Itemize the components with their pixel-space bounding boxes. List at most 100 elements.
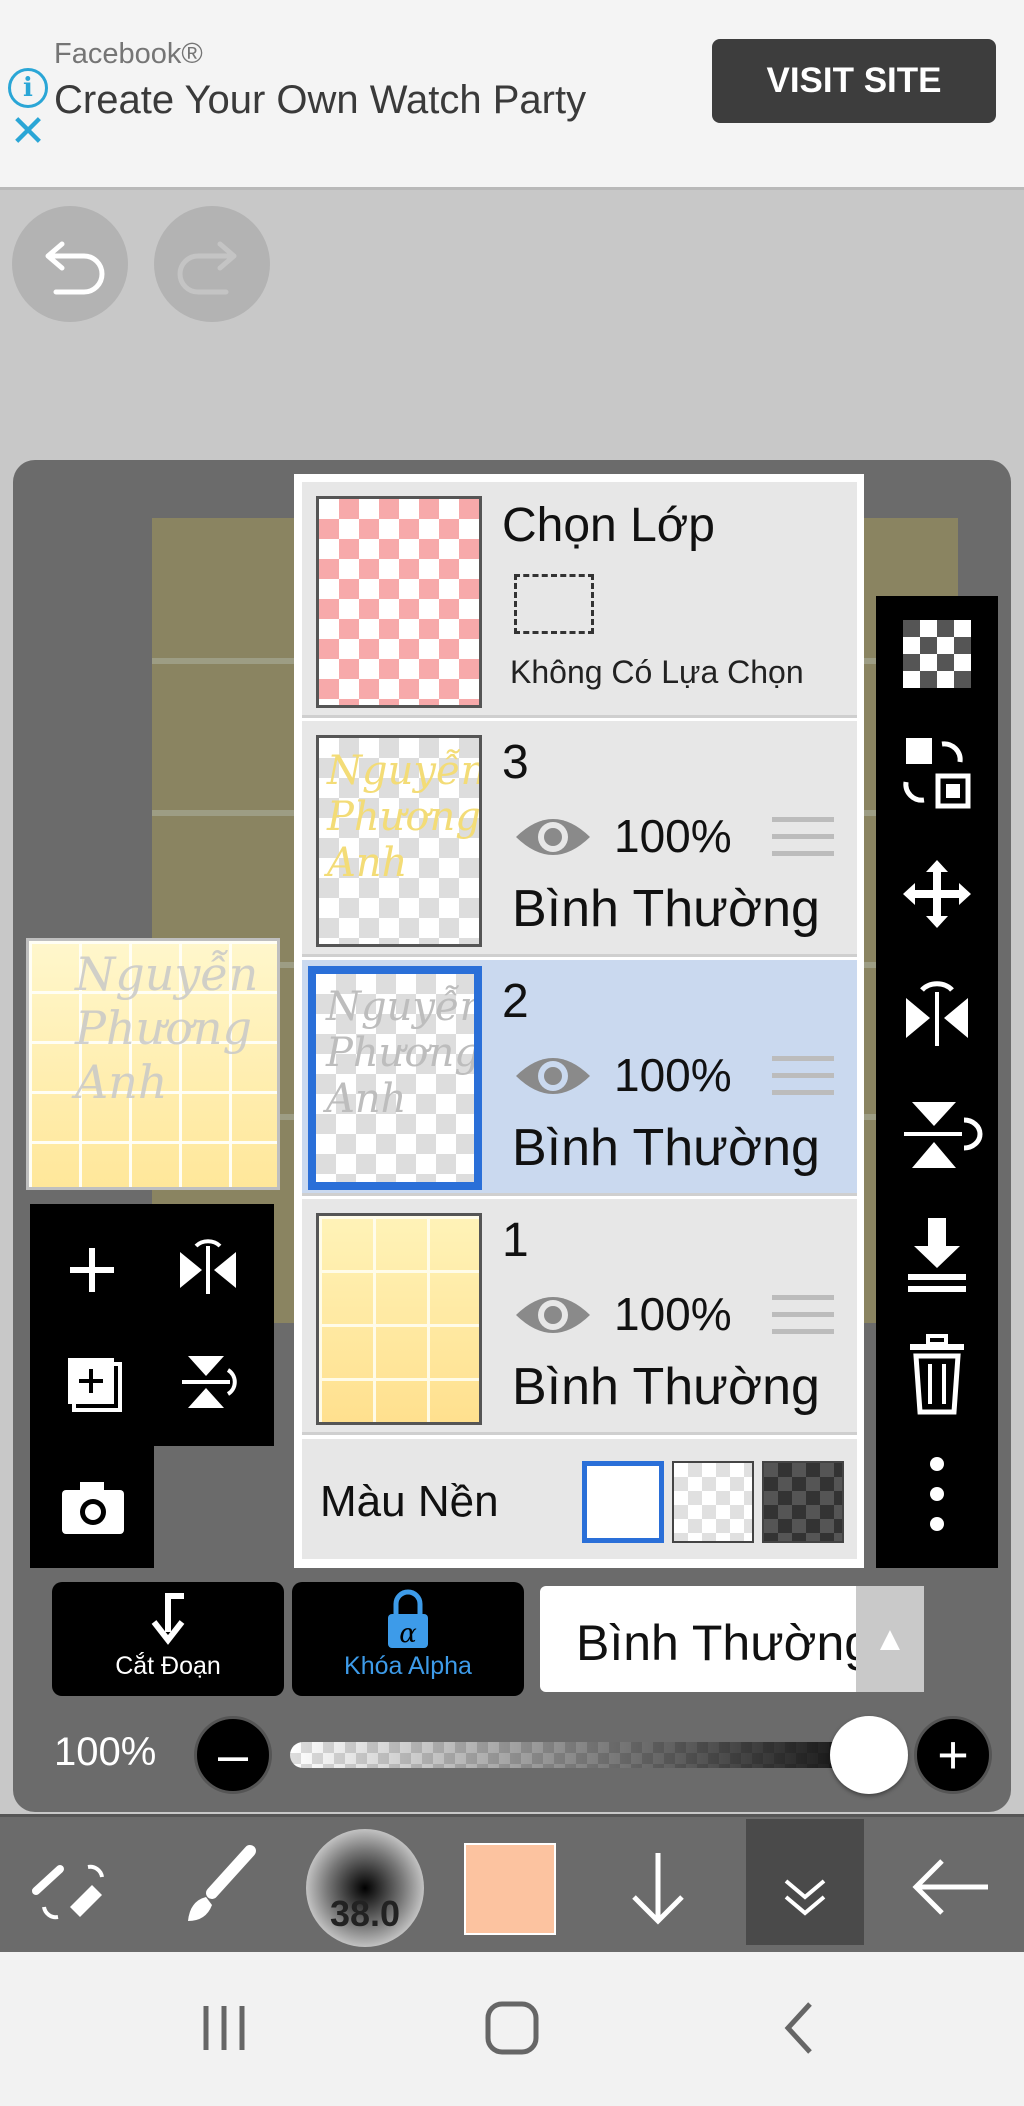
visibility-eye-icon[interactable] [512, 807, 594, 867]
opacity-slider-knob[interactable] [830, 1716, 908, 1794]
flip-horizontal-button[interactable] [158, 1220, 258, 1320]
brush-size-button[interactable]: 38.0 [306, 1829, 424, 1947]
layer-row-2[interactable]: Nguyễn Phương Anh 2 100% Bình Thường [302, 960, 857, 1196]
clip-arrow-icon [52, 1582, 284, 1652]
checker-icon [903, 620, 971, 688]
system-back-button[interactable] [740, 1972, 860, 2082]
recent-apps-icon [203, 2006, 245, 2050]
back-button[interactable] [888, 1817, 1016, 1955]
flip-vertical-icon [182, 1356, 237, 1408]
color-swatch[interactable] [464, 1843, 556, 1935]
visibility-eye-icon[interactable] [512, 1046, 594, 1106]
recent-apps-button[interactable] [164, 1972, 284, 2082]
double-chevron-down-icon [784, 1879, 826, 1916]
delete-layer-button[interactable] [876, 1322, 998, 1426]
selection-status: Không Có Lựa Chọn [510, 654, 804, 690]
more-options-button[interactable] [876, 1442, 998, 1546]
left-toolbox [30, 1204, 274, 1446]
brush-eraser-switch-icon [32, 1864, 104, 1920]
flip-vertical-icon [904, 1102, 983, 1168]
redo-button[interactable] [154, 206, 270, 322]
layer-2-thumbnail: Nguyễn Phương Anh [308, 966, 482, 1190]
duplicate-icon [68, 1358, 122, 1412]
brush-size-value: 38.0 [329, 1893, 401, 1934]
home-icon [485, 2001, 539, 2055]
arrow-down-icon [632, 1853, 684, 1925]
bottom-toolbar: 38.0 [0, 1814, 1024, 1952]
redo-icon [177, 241, 237, 295]
ad-headline[interactable]: Create Your Own Watch Party [54, 78, 586, 123]
flip-horizontal-icon [180, 1239, 236, 1294]
undo-button[interactable] [12, 206, 128, 322]
camera-icon [62, 1482, 124, 1534]
clipping-button[interactable]: Cắt Đoạn [52, 1582, 284, 1696]
opacity-decrease-button[interactable]: – [194, 1716, 272, 1794]
layer-blend-mode: Bình Thường [512, 1119, 820, 1177]
info-icon[interactable]: i [8, 68, 48, 108]
ad-banner[interactable]: i ✕ Facebook® Create Your Own Watch Part… [0, 0, 1024, 190]
visibility-eye-icon[interactable] [512, 1285, 594, 1345]
move-button[interactable] [876, 842, 998, 946]
left-toolbox-bottom [30, 1444, 154, 1568]
brush-icon [188, 1845, 256, 1921]
triangle-up-icon[interactable]: ▲ [856, 1586, 924, 1692]
close-icon[interactable]: ✕ [8, 110, 48, 154]
selection-layer-row[interactable]: Chọn Lớp Không Có Lựa Chọn [302, 482, 857, 718]
opacity-slider[interactable] [290, 1742, 908, 1768]
layer-blend-mode: Bình Thường [512, 880, 820, 938]
layer-2-thumb-text: Nguyễn Phương Anh [326, 984, 482, 1122]
collapse-panel-button[interactable] [746, 1819, 864, 1945]
lock-icon: α [292, 1582, 524, 1652]
selection-layer-title: Chọn Lớp [502, 499, 715, 552]
flip-horizontal-icon [906, 981, 968, 1046]
transparency-button[interactable] [876, 602, 998, 706]
layer-opacity: 100% [614, 1288, 732, 1340]
flip-vertical-button[interactable] [158, 1332, 258, 1432]
system-nav-bar [0, 1952, 1024, 2106]
alpha-lock-label: Khóa Alpha [344, 1652, 472, 1680]
canvas-preview[interactable]: Nguyễn Phương Anh [26, 938, 280, 1190]
chevron-left-icon [784, 2002, 812, 2054]
home-button[interactable] [452, 1972, 572, 2082]
layers-list: Chọn Lớp Không Có Lựa Chọn Nguyễn Phương… [294, 474, 864, 1568]
drag-handle-icon[interactable] [772, 1295, 834, 1345]
tool-switch-button[interactable] [4, 1817, 132, 1955]
background-transparent-option[interactable] [672, 1461, 754, 1543]
arrow-left-icon [912, 1859, 988, 1915]
svg-text:α: α [399, 1619, 417, 1649]
layer-name: 1 [502, 1214, 529, 1267]
flip-layer-horizontal-button[interactable] [876, 962, 998, 1066]
selection-marquee-icon [514, 574, 594, 634]
drag-handle-icon[interactable] [772, 817, 834, 867]
duplicate-layer-button[interactable] [42, 1332, 142, 1432]
background-dark-option[interactable] [762, 1461, 844, 1543]
opacity-label: 100% [54, 1730, 157, 1774]
more-vertical-icon [930, 1457, 944, 1531]
visit-site-button[interactable]: VISIT SITE [712, 39, 996, 123]
layer-row-3[interactable]: Nguyễn Phương Anh 3 100% Bình Thường [302, 721, 857, 957]
camera-button[interactable] [42, 1456, 142, 1556]
layer-name: 2 [502, 975, 529, 1028]
drag-handle-icon[interactable] [772, 1056, 834, 1106]
undo-icon [45, 241, 105, 295]
flip-layer-vertical-button[interactable] [876, 1082, 998, 1186]
layer-opacity: 100% [614, 1049, 732, 1101]
move-icon [903, 860, 971, 928]
merge-down-button[interactable] [876, 1202, 998, 1306]
background-color-row: Màu Nền [302, 1439, 857, 1559]
add-layer-button[interactable] [42, 1220, 142, 1320]
selection-layer-thumbnail [316, 496, 482, 708]
background-label: Màu Nền [320, 1477, 499, 1526]
brush-tool-button[interactable] [154, 1817, 282, 1955]
opacity-increase-button[interactable]: + [914, 1716, 992, 1794]
blend-mode-select[interactable]: Bình Thường ▲ [540, 1586, 924, 1692]
layer-row-1[interactable]: 1 100% Bình Thường [302, 1199, 857, 1435]
layer-down-button[interactable] [594, 1817, 722, 1955]
layer-3-thumbnail: Nguyễn Phương Anh [316, 735, 482, 947]
clipping-label: Cắt Đoạn [115, 1652, 221, 1680]
swap-layers-button[interactable] [876, 722, 998, 826]
swap-icon [903, 738, 971, 809]
background-white-option[interactable] [582, 1461, 664, 1543]
trash-icon [910, 1334, 964, 1415]
alpha-lock-button[interactable]: α Khóa Alpha [292, 1582, 524, 1696]
